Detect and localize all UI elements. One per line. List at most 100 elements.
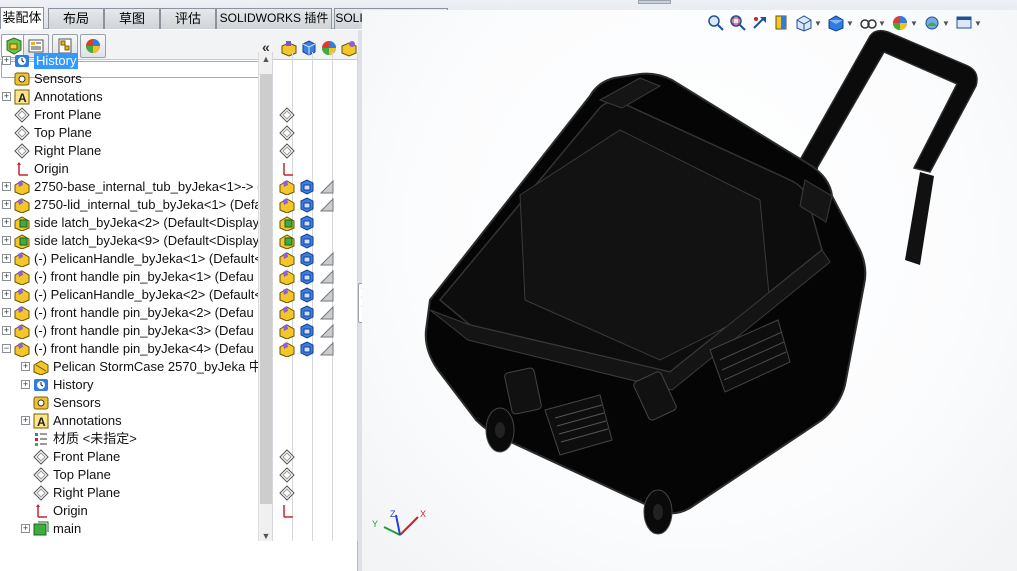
tree-item[interactable]: Top Plane: [0, 124, 258, 142]
tree-item[interactable]: Right Plane: [0, 142, 258, 160]
scroll-thumb[interactable]: [260, 74, 272, 504]
plane-state-icon[interactable]: [279, 125, 295, 141]
display-state-icon[interactable]: [299, 323, 315, 339]
tree-item[interactable]: + A Annotations: [0, 412, 258, 430]
transparency-state-icon[interactable]: [319, 197, 335, 213]
display-state-icon[interactable]: [299, 251, 315, 267]
tree-item[interactable]: Front Plane: [0, 106, 258, 124]
display-state-icon[interactable]: [299, 269, 315, 285]
dropdown-caret-icon[interactable]: ▼: [910, 19, 918, 28]
tree-item[interactable]: +2750-base_internal_tub_byJeka<1>-> (: [0, 178, 258, 196]
display-state-icon[interactable]: [299, 233, 315, 249]
display-state-icon[interactable]: [299, 305, 315, 321]
tree-item[interactable]: + (-) front handle pin_byJeka<1> (Defau: [0, 268, 258, 286]
display-state-icon[interactable]: [299, 215, 315, 231]
scroll-up-icon[interactable]: ▲: [259, 54, 273, 64]
tree-item[interactable]: + A Annotations: [0, 88, 258, 106]
display-state-icon[interactable]: [299, 197, 315, 213]
expand-icon[interactable]: +: [2, 92, 11, 101]
tree-item-label: History: [53, 377, 94, 392]
transparency-state-icon[interactable]: [319, 251, 335, 267]
expand-icon[interactable]: +: [21, 524, 30, 533]
tree-item[interactable]: + Pelican StormCase 2570_byJeka 中的: [0, 358, 258, 376]
expand-icon[interactable]: +: [2, 308, 11, 317]
dropdown-caret-icon[interactable]: ▼: [878, 19, 886, 28]
tree-item[interactable]: + main: [0, 520, 258, 538]
tab-evaluate[interactable]: 评估: [160, 8, 216, 29]
tree-item[interactable]: + (-) PelicanHandle_byJeka<1> (Default<: [0, 250, 258, 268]
tree-item[interactable]: Origin: [0, 160, 258, 178]
tree-item[interactable]: Right Plane: [0, 484, 258, 502]
transparency-state-icon[interactable]: [319, 287, 335, 303]
tree-item[interactable]: − (-) front handle pin_byJeka<4> (Defau: [0, 340, 258, 358]
reference-triad: X Y Z: [372, 509, 426, 536]
plane-state-icon[interactable]: [279, 449, 295, 465]
tree-item[interactable]: + side latch_byJeka<2> (Default<Display: [0, 214, 258, 232]
tab-layout[interactable]: 布局: [48, 8, 104, 29]
tab-scroll-indicator[interactable]: [638, 0, 671, 4]
tree-item[interactable]: + (-) front handle pin_byJeka<2> (Defau: [0, 304, 258, 322]
expand-icon[interactable]: +: [2, 56, 11, 65]
tree-item[interactable]: Origin: [0, 502, 258, 520]
expand-icon[interactable]: +: [2, 272, 11, 281]
expand-icon[interactable]: +: [2, 326, 11, 335]
tree-scrollbar[interactable]: ▲ ▼: [258, 52, 272, 541]
tree-item[interactable]: + side latch_byJeka<9> (Default<Display: [0, 232, 258, 250]
origin-state-icon[interactable]: [279, 161, 295, 177]
component-state-icon[interactable]: [279, 269, 295, 285]
display-state-icon[interactable]: [299, 341, 315, 357]
expand-icon[interactable]: +: [21, 362, 30, 371]
expand-icon[interactable]: +: [21, 380, 30, 389]
component-state-icon[interactable]: [279, 251, 295, 267]
expand-icon[interactable]: +: [2, 182, 11, 191]
expand-icon[interactable]: +: [21, 416, 30, 425]
tree-item[interactable]: + History: [0, 376, 258, 394]
display-state-icon[interactable]: [299, 179, 315, 195]
expand-icon[interactable]: +: [2, 236, 11, 245]
expand-icon[interactable]: +: [2, 290, 11, 299]
expand-icon[interactable]: +: [2, 218, 11, 227]
component-state-icon[interactable]: [279, 305, 295, 321]
expand-icon[interactable]: +: [2, 200, 11, 209]
plane-state-icon[interactable]: [279, 467, 295, 483]
plane-state-icon[interactable]: [279, 485, 295, 501]
plane-state-icon[interactable]: [279, 107, 295, 123]
transparency-state-icon[interactable]: [319, 305, 335, 321]
collapse-icon[interactable]: −: [2, 344, 11, 353]
tab-sketch[interactable]: 草图: [104, 8, 160, 29]
component-state-icon[interactable]: [279, 323, 295, 339]
origin-state-icon[interactable]: [279, 503, 295, 519]
pelican-case-model[interactable]: [362, 28, 1017, 571]
dropdown-caret-icon[interactable]: ▼: [814, 19, 822, 28]
transparency-state-icon[interactable]: [319, 341, 335, 357]
component-state-icon[interactable]: [279, 179, 295, 195]
tree-item[interactable]: Top Plane: [0, 466, 258, 484]
scroll-down-icon[interactable]: ▼: [259, 531, 273, 541]
plane-state-icon[interactable]: [279, 143, 295, 159]
tree-item-label: (-) PelicanHandle_byJeka<1> (Default<: [34, 251, 258, 266]
display-state-icon[interactable]: [299, 287, 315, 303]
tab-solidworks-addins[interactable]: SOLIDWORKS 插件: [216, 8, 332, 29]
transparency-state-icon[interactable]: [319, 323, 335, 339]
tree-item[interactable]: + (-) front handle pin_byJeka<3> (Defau: [0, 322, 258, 340]
tree-item[interactable]: Sensors: [0, 394, 258, 412]
tree-item[interactable]: Sensors: [0, 70, 258, 88]
tree-item[interactable]: Front Plane: [0, 448, 258, 466]
component-state-icon[interactable]: [279, 197, 295, 213]
dropdown-caret-icon[interactable]: ▼: [974, 19, 982, 28]
component-state-icon[interactable]: [279, 233, 295, 249]
dropdown-caret-icon[interactable]: ▼: [942, 19, 950, 28]
transparency-state-icon[interactable]: [319, 269, 335, 285]
tab-assembly[interactable]: 装配体: [0, 7, 44, 29]
component-state-icon[interactable]: [279, 287, 295, 303]
component-state-icon[interactable]: [279, 341, 295, 357]
tree-item[interactable]: + History: [0, 52, 258, 70]
component-state-icon[interactable]: [279, 215, 295, 231]
tree-item[interactable]: 材质 <未指定>: [0, 430, 258, 448]
dropdown-caret-icon[interactable]: ▼: [846, 19, 854, 28]
tree-item[interactable]: + (-) PelicanHandle_byJeka<2> (Default<: [0, 286, 258, 304]
telescoping-handle: [798, 29, 978, 173]
expand-icon[interactable]: +: [2, 254, 11, 263]
transparency-state-icon[interactable]: [319, 179, 335, 195]
tree-item[interactable]: +2750-lid_internal_tub_byJeka<1> (Defa: [0, 196, 258, 214]
